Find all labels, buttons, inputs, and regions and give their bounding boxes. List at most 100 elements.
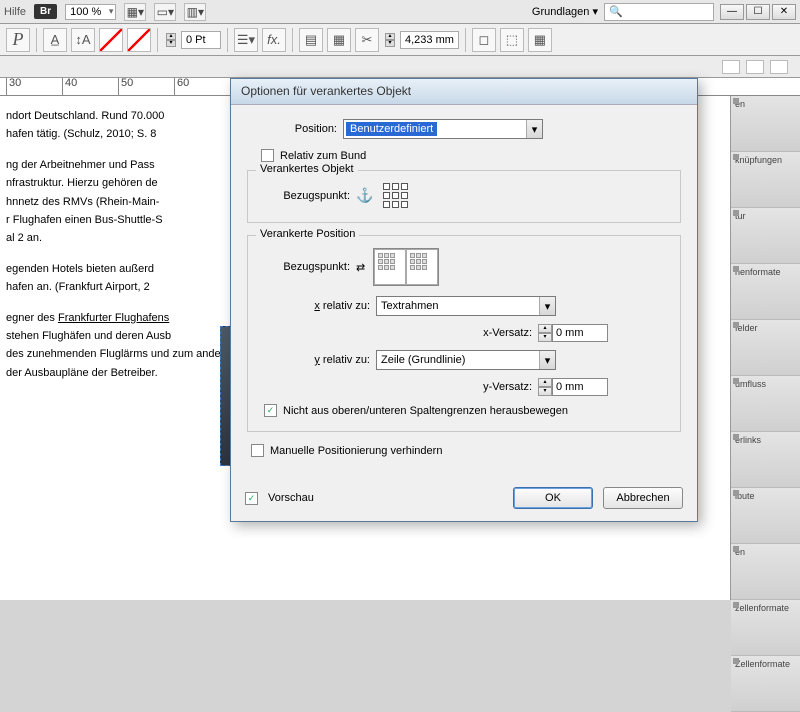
keep-within-label: Nicht aus oberen/unteren Spaltengrenzen … — [283, 405, 568, 417]
stroke-weight-field[interactable]: 0 Pt — [181, 31, 221, 49]
panel-tab[interactable]: tur — [731, 208, 800, 264]
arrange-icon[interactable]: ▥▾ — [184, 3, 206, 21]
wrap-bbox-icon[interactable]: ▦ — [327, 28, 351, 52]
relative-spine-checkbox[interactable] — [261, 149, 274, 162]
page-refpoint-proxy[interactable] — [373, 248, 439, 286]
refpoint-proxy[interactable] — [383, 183, 408, 208]
preview-checkbox[interactable]: ✓ — [245, 492, 258, 505]
kerning-icon[interactable]: ↕A — [71, 28, 95, 52]
screen-mode-icon[interactable]: ▭▾ — [154, 3, 176, 21]
panel-dock: enknüpfungenturhenformatefelderumflusser… — [730, 96, 800, 600]
para-icon[interactable]: P — [6, 28, 30, 52]
dropdown-arrow-icon[interactable]: ▾ — [539, 297, 555, 315]
text-run: r Flughafen einen Bus-Shuttle-S — [6, 214, 163, 226]
stroke-swatch[interactable] — [127, 28, 151, 52]
char-format-icon[interactable]: A̲ — [43, 28, 67, 52]
fx-icon[interactable]: fx. — [262, 28, 286, 52]
text-run: ndort Deutschland. Rund 70.000 — [6, 110, 164, 122]
refpoint2-label: Bezugspunkt: — [260, 261, 350, 273]
bridge-badge[interactable]: Br — [34, 4, 57, 19]
text-run: egenden Hotels bieten außerd — [6, 263, 154, 275]
text-run: nfrastruktur. Hierzu gehören de — [6, 177, 158, 189]
help-link[interactable]: Hilfe — [4, 6, 26, 18]
crop-icon[interactable]: ✂ — [355, 28, 379, 52]
y-relative-label: y relativ zu: — [260, 354, 370, 366]
maximize-button[interactable]: ☐ — [746, 4, 770, 20]
zoom-combo[interactable]: 100 % — [65, 4, 116, 20]
ok-button[interactable]: OK — [513, 487, 593, 509]
text-run: hafen an. (Frankfurt Airport, 2 — [6, 281, 150, 293]
y-offset-input[interactable] — [552, 378, 608, 396]
panel-tab[interactable]: en — [731, 544, 800, 600]
x-offset-field[interactable]: ▴▾ — [538, 324, 608, 342]
refpoint-label: Bezugspunkt: — [260, 190, 350, 202]
stroke-weight-value: 0 Pt — [186, 34, 206, 46]
x-relative-select[interactable]: Textrahmen ▾ — [376, 296, 556, 316]
view-options-icon[interactable]: ▦▾ — [124, 3, 146, 21]
workspace-switcher[interactable]: Grundlagen ▾ — [532, 5, 598, 18]
dropdown-arrow-icon[interactable]: ▾ — [539, 351, 555, 369]
x-offset-input[interactable] — [552, 324, 608, 342]
step-down-icon[interactable]: ▾ — [538, 387, 552, 396]
close-button[interactable]: ✕ — [772, 4, 796, 20]
align-panel-icon[interactable]: ☰▾ — [234, 28, 258, 52]
text-frame-icon[interactable]: ⬚ — [500, 28, 524, 52]
frame-width-value: 4,233 mm — [405, 34, 454, 46]
text-run: egner des — [6, 312, 58, 324]
step-up-icon[interactable]: ▴ — [538, 378, 552, 387]
cancel-button[interactable]: Abbrechen — [603, 487, 683, 509]
control-panel-row2 — [0, 56, 800, 78]
panel-tab[interactable]: Zellenformate — [731, 656, 800, 712]
y-relative-value: Zeile (Grundlinie) — [381, 354, 465, 366]
minimize-button[interactable]: — — [720, 4, 744, 20]
zoom-value: 100 % — [70, 6, 101, 18]
y-offset-field[interactable]: ▴▾ — [538, 378, 608, 396]
y-relative-select[interactable]: Zeile (Grundlinie) ▾ — [376, 350, 556, 370]
grid-icon[interactable]: ▦ — [528, 28, 552, 52]
fill-swatch[interactable] — [99, 28, 123, 52]
ruler-tick: 60 — [174, 78, 189, 96]
opt2-c[interactable] — [770, 60, 788, 74]
panel-tab[interactable]: zellenformate — [731, 600, 800, 656]
prevent-manual-checkbox[interactable] — [251, 444, 264, 457]
step-up-icon[interactable]: ▴ — [538, 324, 552, 333]
text-run: ng der Arbeitnehmer und Pass — [6, 159, 155, 171]
x-relative-label: x x relativ zu:relativ zu: — [260, 300, 370, 312]
corner-opts-icon[interactable]: ◻ — [472, 28, 496, 52]
position-select[interactable]: Benutzerdefiniert ▾ — [343, 119, 543, 139]
opt2-b[interactable] — [746, 60, 764, 74]
panel-tab[interactable]: umfluss — [731, 376, 800, 432]
preview-label: Vorschau — [268, 492, 314, 504]
anchored-object-options-dialog: Optionen für verankertes Objekt Position… — [230, 78, 698, 522]
position-label: Position: — [247, 123, 337, 135]
panel-tab[interactable]: ibute — [731, 488, 800, 544]
text-run: hnnetz des RMVs (Rhein-Main- — [6, 196, 159, 208]
dropdown-arrow-icon[interactable]: ▾ — [526, 120, 542, 138]
dialog-titlebar[interactable]: Optionen für verankertes Objekt — [231, 79, 697, 105]
panel-tab[interactable]: en — [731, 96, 800, 152]
anchor-icon: ⚓ — [356, 187, 373, 204]
text-run: hafen tätig. (Schulz, 2010; S. 8 — [6, 128, 156, 140]
panel-tab[interactable]: knüpfungen — [731, 152, 800, 208]
panel-tab[interactable]: felder — [731, 320, 800, 376]
relative-spine-label: Relativ zum Bund — [280, 150, 366, 162]
wrap-none-icon[interactable]: ▤ — [299, 28, 323, 52]
x-relative-value: Textrahmen — [381, 300, 438, 312]
search-input[interactable]: 🔍 — [604, 3, 714, 21]
opt2-a[interactable] — [722, 60, 740, 74]
workspace-label: Grundlagen — [532, 6, 590, 18]
step-down-icon[interactable]: ▾ — [538, 333, 552, 342]
text-run: stehen Flughäfen und deren Ausb — [6, 330, 171, 342]
frame-width-field[interactable]: 4,233 mm — [400, 31, 459, 49]
panel-tab[interactable]: erlinks — [731, 432, 800, 488]
keep-within-checkbox[interactable]: ✓ — [264, 404, 277, 417]
ruler-tick: 40 — [62, 78, 77, 96]
ruler-tick: 50 — [118, 78, 133, 96]
y-offset-label: y-Versatz: — [483, 381, 532, 393]
flip-icon[interactable]: ⇄ — [356, 261, 365, 274]
hyperlink-text: Frankfurter Flughafens — [58, 312, 169, 324]
panel-tab[interactable]: henformate — [731, 264, 800, 320]
prevent-manual-label: Manuelle Positionierung verhindern — [270, 445, 442, 457]
app-topbar: Hilfe Br 100 % ▦▾ ▭▾ ▥▾ Grundlagen ▾ 🔍 —… — [0, 0, 800, 24]
anchored-object-group: Verankertes Objekt Bezugspunkt: ⚓ ⬉ — [247, 170, 681, 223]
